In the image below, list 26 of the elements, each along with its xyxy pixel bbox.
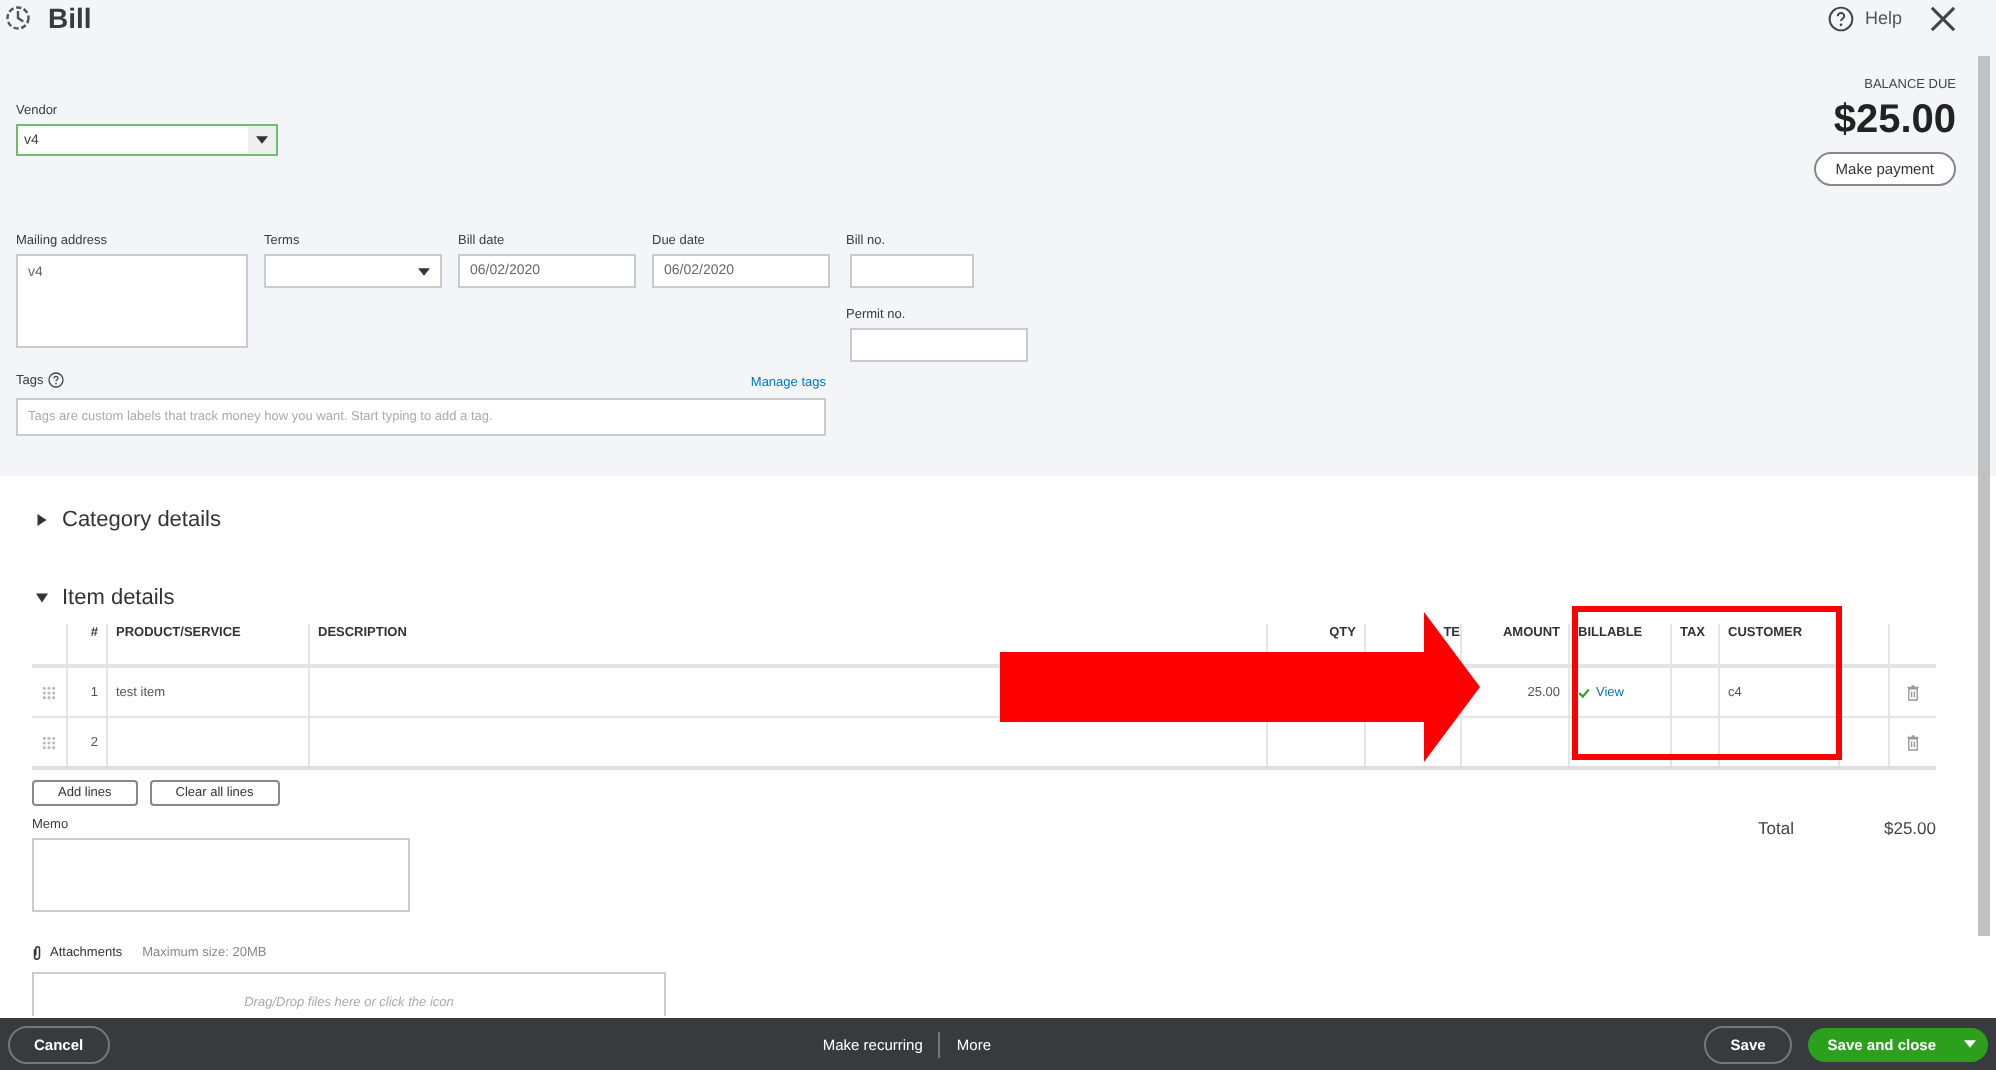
- memo-field[interactable]: [32, 838, 410, 912]
- expand-icon[interactable]: [36, 514, 48, 526]
- total-value: $25.00: [1884, 818, 1936, 842]
- section-title[interactable]: Item details: [62, 586, 175, 610]
- scrollbar[interactable]: [1978, 56, 1990, 936]
- window-title: Bill: [48, 2, 92, 34]
- close-icon[interactable]: [1930, 5, 1956, 31]
- caret-icon: [418, 267, 430, 275]
- expand-icon[interactable]: [36, 592, 48, 604]
- section-title[interactable]: Category details: [62, 508, 221, 532]
- caret-icon: [256, 136, 268, 144]
- help-link[interactable]: Help: [1864, 8, 1902, 28]
- help-icon[interactable]: [47, 372, 64, 388]
- permit-number-field[interactable]: [850, 328, 1028, 362]
- history-icon: [4, 4, 32, 32]
- caret-icon: [1964, 1040, 1976, 1048]
- drag-handle-icon[interactable]: [42, 685, 56, 699]
- help-icon[interactable]: [1828, 5, 1855, 31]
- bill-number-field[interactable]: [850, 254, 974, 288]
- total-label: Total: [1758, 818, 1794, 842]
- terms-dropdown[interactable]: [264, 254, 442, 288]
- drag-handle-icon[interactable]: [42, 735, 56, 749]
- balance-amount: $25.00: [1833, 98, 1956, 144]
- trash-icon[interactable]: [1906, 733, 1920, 751]
- trash-icon[interactable]: [1906, 683, 1920, 701]
- paperclip-icon: [32, 944, 42, 962]
